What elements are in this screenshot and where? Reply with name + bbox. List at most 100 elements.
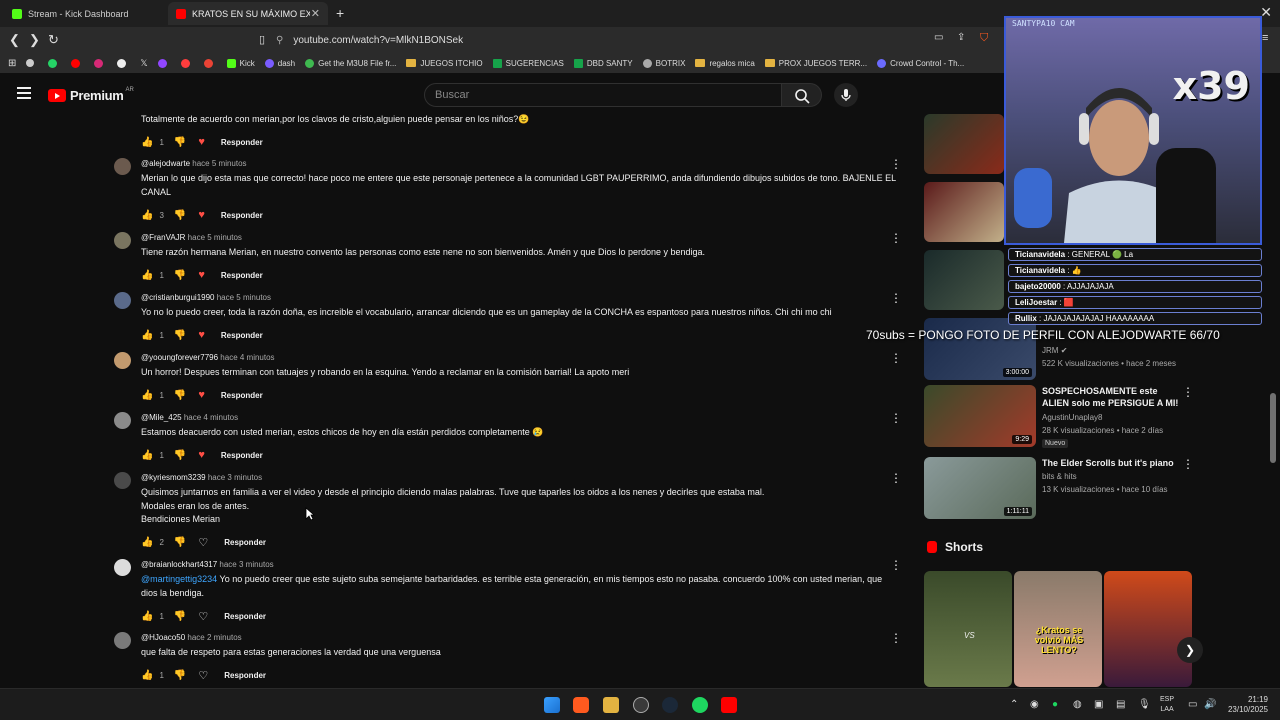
hamburger-menu-icon[interactable] (17, 87, 31, 99)
tiktok-icon[interactable] (117, 58, 130, 68)
apps-icon[interactable]: ⊞ (8, 58, 16, 69)
reply-button[interactable]: Responder (224, 671, 266, 680)
comment-author[interactable]: @alejodwarte (141, 159, 190, 168)
dislike-icon[interactable]: 👎 (174, 670, 186, 681)
youtube-app-icon[interactable] (721, 697, 737, 713)
window-close-icon[interactable]: ✕ (1260, 4, 1272, 21)
avatar[interactable] (114, 232, 131, 249)
comment-menu-icon[interactable]: ⋮ (890, 231, 902, 245)
bookmark-prox-juegos[interactable]: PROX JUEGOS TERR... (764, 59, 867, 68)
bookmark-m3u8[interactable]: Get the M3U8 File fr... (305, 58, 396, 68)
chatgpt-icon[interactable] (26, 59, 38, 67)
windows-start-icon[interactable] (544, 697, 560, 713)
heart-outline-icon[interactable]: ♡ (198, 536, 208, 549)
comment-author[interactable]: @FranVAJR (141, 233, 185, 242)
bookmark-icon[interactable]: ▯ (259, 33, 265, 46)
dislike-icon[interactable]: 👎 (174, 210, 186, 221)
comment-time[interactable]: hace 3 minutos (208, 473, 262, 482)
like-icon[interactable]: 👍 (141, 210, 153, 221)
menu-icon[interactable]: ≡ (1262, 32, 1268, 44)
avatar[interactable] (114, 292, 131, 309)
network-icon[interactable]: ▭ (1188, 699, 1197, 710)
reply-button[interactable]: Responder (221, 451, 263, 460)
reply-button[interactable]: Responder (221, 391, 263, 400)
comment-author[interactable]: @Mile_425 (141, 413, 182, 422)
search-input[interactable]: Buscar (424, 83, 782, 107)
spotify-tray-icon[interactable]: ● (1052, 699, 1058, 710)
rec-thumb-partial-3[interactable] (924, 250, 1004, 310)
like-icon[interactable]: 👍 (141, 270, 153, 281)
page-scrollbar[interactable] (1270, 393, 1276, 463)
bookmark-dash[interactable]: dash (264, 58, 295, 68)
dislike-icon[interactable]: 👎 (174, 450, 186, 461)
forward-icon[interactable]: ❯ (29, 32, 40, 48)
flash-icon[interactable] (180, 58, 194, 68)
reply-button[interactable]: Responder (224, 538, 266, 547)
microphone-tray-icon[interactable]: 🎙 (1138, 699, 1151, 710)
comment-time[interactable]: hace 4 minutos (184, 413, 238, 422)
comment-menu-icon[interactable]: ⋮ (890, 631, 902, 645)
rec-thumb-partial-2[interactable] (924, 182, 1004, 242)
comment-author[interactable]: @kyriesmom3239 (141, 473, 206, 482)
like-icon[interactable]: 👍 (141, 390, 153, 401)
comment-menu-icon[interactable]: ⋮ (890, 558, 902, 572)
bookmark-kick[interactable]: Kick (226, 58, 255, 68)
comment-time[interactable]: hace 5 minutos (188, 233, 242, 242)
next-arrow-icon[interactable]: ❯ (1177, 637, 1203, 663)
tray-expand-icon[interactable]: ⌃ (1010, 699, 1018, 710)
video-title[interactable]: The Elder Scrolls but it's piano (1042, 457, 1182, 469)
avatar[interactable] (114, 352, 131, 369)
like-icon[interactable]: 👍 (141, 330, 153, 341)
language-indicator[interactable]: ESP LAA (1160, 695, 1174, 715)
close-tab-icon[interactable]: ✕ (311, 7, 320, 20)
obs-icon[interactable] (633, 697, 649, 713)
system-clock[interactable]: 21:19 23/10/2025 (1222, 695, 1268, 715)
gmail-icon[interactable] (203, 58, 217, 68)
like-icon[interactable]: 👍 (141, 137, 153, 148)
bookmark-dbd-santy[interactable]: DBD SANTY (573, 58, 633, 68)
file-explorer-icon[interactable] (603, 697, 619, 713)
bookmark-crowd-control[interactable]: Crowd Control - Th... (877, 58, 964, 68)
x-icon[interactable]: 𝕏 (140, 58, 147, 69)
steam-icon[interactable] (662, 697, 678, 713)
reply-button[interactable]: Responder (221, 271, 263, 280)
avatar[interactable] (114, 632, 131, 649)
like-icon[interactable]: 👍 (141, 670, 153, 681)
comment-author[interactable]: @cristianburgui1990 (141, 293, 215, 302)
bookmark-sugerencias[interactable]: SUGERENCIAS (492, 58, 564, 68)
bookmark-botrix[interactable]: BOTRIX (642, 58, 685, 68)
channel-name[interactable]: JRM ✔ (1042, 346, 1067, 355)
video-menu-icon[interactable]: ⋮ (1182, 385, 1194, 399)
avatar[interactable] (114, 158, 131, 175)
twitch-icon[interactable] (157, 58, 171, 68)
video-title[interactable]: SOSPECHOSAMENTE este ALIEN solo me PERSI… (1042, 385, 1182, 409)
comment-author[interactable]: @yooungforever7796 (141, 353, 218, 362)
reload-icon[interactable]: ↻ (48, 32, 59, 48)
search-button[interactable] (782, 83, 822, 107)
tray-app-icon[interactable]: ▤ (1116, 699, 1125, 710)
channel-name[interactable]: AgustinUnaplay8 (1042, 413, 1102, 422)
dislike-icon[interactable]: 👎 (174, 611, 186, 622)
reply-button[interactable]: Responder (221, 331, 263, 340)
comment-menu-icon[interactable]: ⋮ (890, 411, 902, 425)
share-icon[interactable]: ⇪ (957, 32, 965, 43)
like-icon[interactable]: 👍 (141, 611, 153, 622)
heart-outline-icon[interactable]: ♡ (198, 669, 208, 682)
tray-app-icon[interactable]: ▣ (1094, 699, 1103, 710)
spotify-icon[interactable] (692, 697, 708, 713)
youtube-bm-icon[interactable] (71, 58, 84, 68)
recommended-video[interactable]: 1:11:11 The Elder Scrolls but it's piano… (924, 457, 1224, 519)
short-video[interactable]: ¿Kratos se volvió MÁS LENTO? (1014, 571, 1102, 687)
mention-link[interactable]: @martingettig3234 (141, 574, 217, 584)
comment-time[interactable]: hace 2 minutos (187, 633, 241, 642)
discord-icon[interactable]: ◉ (1030, 699, 1039, 710)
reply-button[interactable]: Responder (221, 138, 263, 147)
avatar[interactable] (114, 472, 131, 489)
comment-time[interactable]: hace 3 minutos (219, 560, 273, 569)
url-field[interactable]: ⚲ youtube.com/watch?v=MlkN1BONSek (276, 30, 1006, 50)
like-icon[interactable]: 👍 (141, 450, 153, 461)
youtube-premium-logo[interactable]: Premium AR (48, 87, 134, 103)
video-menu-icon[interactable]: ⋮ (1182, 457, 1194, 471)
brave-browser-icon[interactable] (573, 697, 589, 713)
brave-shield-icon[interactable]: ⛉ (980, 32, 988, 45)
